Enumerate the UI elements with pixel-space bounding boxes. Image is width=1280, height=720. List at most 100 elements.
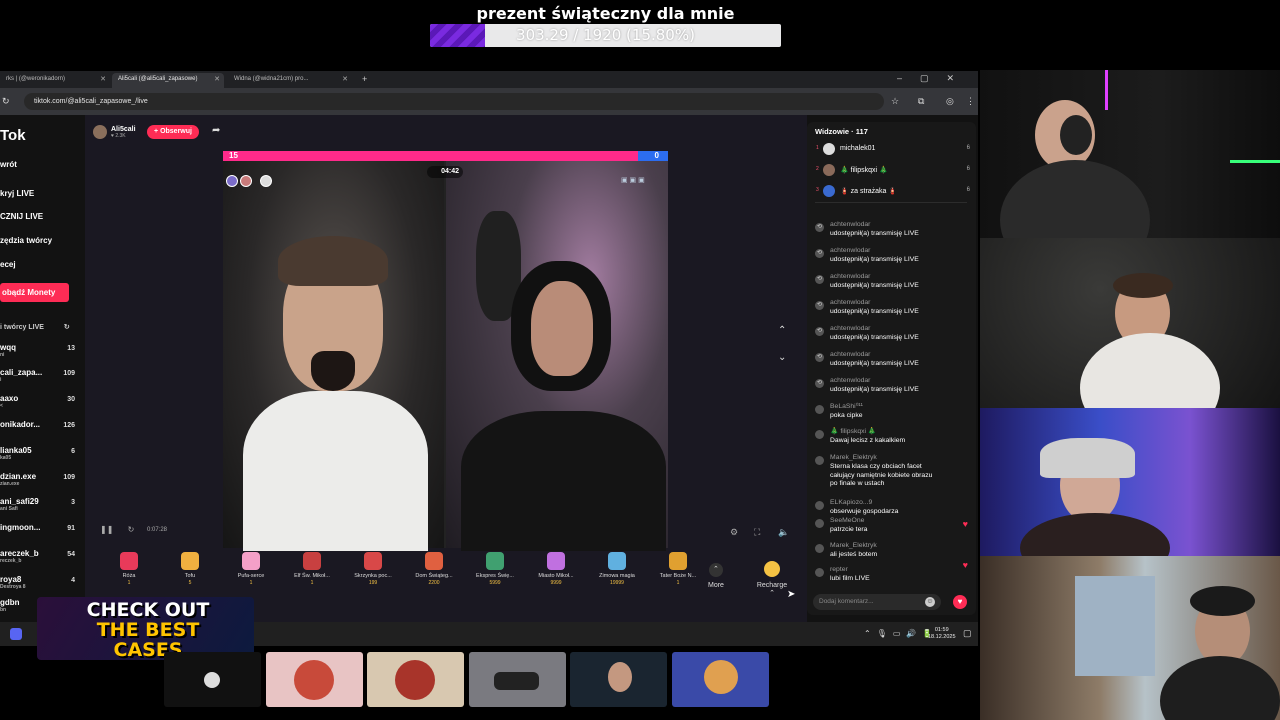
comment-input[interactable]: Dodaj komentarz...: [813, 594, 941, 610]
gift-item[interactable]: Ekspres Świę... 5999: [466, 552, 524, 586]
fullscreen-icon[interactable]: ⛶: [754, 527, 760, 538]
thumbnail[interactable]: [469, 652, 566, 707]
refresh-icon[interactable]: ↻: [128, 525, 135, 534]
top-viewer-item[interactable]: 3 🧯 za strażaka 🧯 6: [813, 185, 973, 199]
chat-username[interactable]: Marek_Elektryk: [830, 542, 877, 551]
chat-username[interactable]: 🎄 filipskqxi 🎄: [830, 428, 876, 437]
gift-name: Miasto Mikoł...: [538, 573, 574, 579]
heart-icon[interactable]: ♥: [963, 560, 968, 570]
settings-icon[interactable]: ⚙: [730, 527, 738, 538]
nav-back[interactable]: wrót: [0, 160, 17, 169]
browser-tab[interactable]: Widna (@widna21cm) pro... ✕: [228, 73, 352, 88]
chat-panel: Widzowie · 117 1 michalek01 6 2 🎄 filipskqxi…: [807, 122, 976, 615]
extensions-icon[interactable]: ⧉: [918, 96, 924, 107]
close-icon[interactable]: ✕: [342, 73, 348, 86]
gift-item[interactable]: Róża 1: [100, 552, 158, 586]
nav-go-live[interactable]: CZNIJ LIVE: [0, 212, 43, 221]
window-controls[interactable]: –▢✕: [897, 73, 972, 84]
live-creator-item[interactable]: areczek_b reczek_b 54: [0, 549, 75, 569]
thumbnail[interactable]: [367, 652, 464, 707]
pause-icon[interactable]: ❚❚: [100, 525, 113, 534]
new-tab-icon[interactable]: +: [356, 73, 370, 88]
thumbnail[interactable]: [570, 652, 667, 707]
live-creator-item[interactable]: ani_safi29 ani Safi 3: [0, 497, 75, 517]
avatar[interactable]: [240, 175, 252, 187]
goal-progress-text: 303.29 / 1920 (15.80%): [516, 26, 695, 44]
share-icon[interactable]: ➦: [212, 125, 220, 136]
gift-item[interactable]: Pufa-serce 1: [222, 552, 280, 586]
chat-username[interactable]: ELKapiozo...9: [830, 499, 872, 508]
nav-more[interactable]: ecej: [0, 260, 16, 269]
chat-username[interactable]: repter: [830, 566, 848, 575]
profile-icon[interactable]: ◎: [946, 96, 954, 107]
top-viewer-item[interactable]: 2 🎄 filipskqxi 🎄 6: [813, 164, 973, 178]
follow-button[interactable]: + Obserwuj: [147, 125, 199, 139]
gift-item[interactable]: Tater Boże N... 1: [649, 552, 707, 586]
promo-text[interactable]: CHECK OUT THE BEST CASES: [48, 600, 248, 660]
nav-discover-live[interactable]: kryj LIVE: [0, 189, 34, 198]
chevron-down-icon[interactable]: ⌄: [778, 352, 786, 363]
chat-username[interactable]: achtenwlodar: [830, 247, 870, 256]
chat-username[interactable]: achtenwlodar: [830, 351, 870, 360]
gift-item[interactable]: Miasto Mikoł... 9999: [527, 552, 585, 586]
chat-username[interactable]: achtenwlodar: [830, 377, 870, 386]
gift-item[interactable]: Skrzynka poc... 199: [344, 552, 402, 586]
heart-icon[interactable]: ♥: [963, 519, 968, 529]
gift-item[interactable]: Elf Św. Mikoł... 1: [283, 552, 341, 586]
top-viewer-item[interactable]: 1 michalek01 6: [813, 143, 973, 157]
avatar: [204, 672, 220, 688]
chat-text: udostępnił(a) transmisję LIVE: [830, 386, 919, 393]
gift-item[interactable]: Dom Świąteg... 2200: [405, 552, 463, 586]
chat-username[interactable]: achtenwlodar: [830, 299, 870, 308]
chat-username[interactable]: BeLaShi⁰¹¹: [830, 403, 863, 412]
avatar[interactable]: [93, 125, 107, 139]
avatar[interactable]: [260, 175, 272, 187]
thumbnail[interactable]: [672, 652, 769, 707]
live-creator-item[interactable]: roya8 Destroya 8 4: [0, 575, 75, 595]
gift-item[interactable]: Zimowa magia 19999: [588, 552, 646, 586]
webcam-middle: [980, 238, 1280, 408]
emoji-icon[interactable]: ☺: [925, 597, 935, 607]
chat-username[interactable]: SeeMeOne: [830, 517, 864, 526]
refresh-icon[interactable]: ↻: [64, 324, 70, 331]
live-creator-item[interactable]: wqq ni 13: [0, 343, 75, 363]
reload-icon[interactable]: ↻: [2, 96, 10, 107]
notification-icon[interactable]: ▢: [963, 628, 972, 639]
chat-username[interactable]: achtenwlodar: [830, 325, 870, 334]
chat-username[interactable]: achtenwlodar: [830, 273, 870, 282]
taskbar-clock[interactable]: 01:59 18.12.2025: [928, 627, 956, 641]
volume-icon[interactable]: 🔈: [778, 527, 789, 538]
chevron-up-icon[interactable]: ⌃: [778, 325, 786, 336]
nav-creator-tools[interactable]: zędzia twórcy: [0, 236, 52, 245]
close-icon[interactable]: ✕: [100, 73, 106, 86]
thumbnail[interactable]: [164, 652, 261, 707]
live-creator-item[interactable]: onikador... 126: [0, 420, 75, 440]
live-creator-item[interactable]: aaxo <30: [0, 394, 75, 414]
browser-tab-active[interactable]: Ali5cali (@ali5cali_zapasowe) ✕: [112, 73, 224, 88]
thumbnail[interactable]: [266, 652, 363, 707]
viewer-rank: 3: [816, 187, 819, 193]
gift-item[interactable]: Tofu 5: [161, 552, 219, 586]
creator-handle: Destroya 8: [0, 584, 26, 590]
live-creator-item[interactable]: lianka05 ka05 6: [0, 446, 75, 466]
live-creator-item[interactable]: cali_zapa... i 109: [0, 368, 75, 388]
live-creator-item[interactable]: ingmoon... 91: [0, 523, 75, 543]
url-field[interactable]: tiktok.com/@ali5cali_zapasowe_/live: [24, 93, 884, 110]
more-gifts-button[interactable]: ⌃ More: [708, 563, 724, 589]
chat-username[interactable]: Marek_Elektryk: [830, 454, 877, 463]
discord-icon[interactable]: [10, 628, 22, 640]
send-gift-icon[interactable]: ♥: [953, 595, 967, 609]
get-coins-button[interactable]: obądź Monety: [0, 283, 69, 302]
browser-tab[interactable]: rks | (@weronikadorn) ✕: [0, 73, 110, 88]
host-name[interactable]: Ali5cali: [111, 126, 136, 133]
star-icon[interactable]: ☆: [891, 96, 899, 107]
menu-icon[interactable]: ⋮: [966, 96, 975, 107]
close-icon[interactable]: ✕: [214, 73, 220, 86]
avatar: [815, 501, 824, 510]
recharge-button[interactable]: Recharge ⌃: [753, 561, 791, 597]
avatar[interactable]: [226, 175, 238, 187]
live-creator-item[interactable]: dzian.exe zian.exe 109: [0, 472, 75, 492]
tiktok-logo[interactable]: Tok: [0, 127, 26, 144]
chat-text: poka cipke: [830, 412, 863, 419]
chat-username[interactable]: achtenwlodar: [830, 221, 870, 230]
